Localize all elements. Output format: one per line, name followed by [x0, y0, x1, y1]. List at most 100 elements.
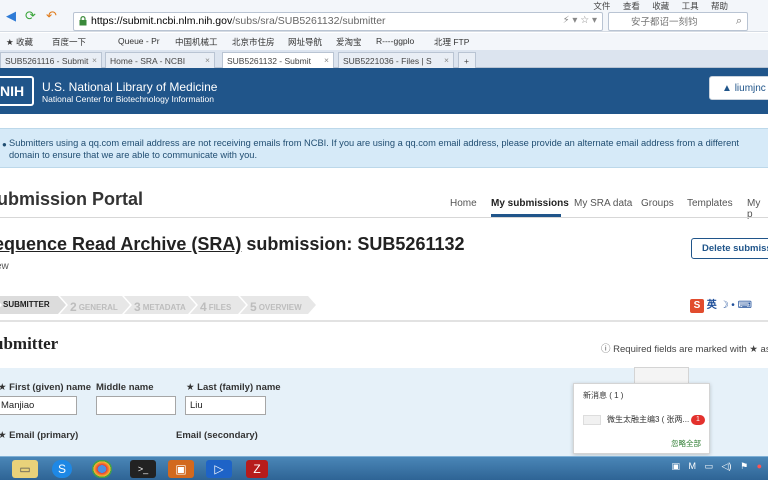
menu-help[interactable]: 帮助 [711, 1, 728, 11]
forward-icon[interactable]: ⟳ [25, 9, 36, 23]
last-name-label: ★ Last (family) name [186, 382, 281, 393]
menu-file[interactable]: 文件 [593, 1, 610, 11]
url-text: https://submit.ncbi.nlm.nih.gov/subs/sra… [91, 15, 386, 27]
sogou-ime-icon: S [690, 299, 704, 313]
user-menu-button[interactable]: ▲ liumjnc [709, 76, 768, 100]
tab-label: SUB5221036 - Files | S [343, 56, 432, 66]
address-actions[interactable]: ⚡ ▾ ☆ ▾ [563, 15, 597, 26]
terminal-icon[interactable]: >_ [130, 460, 156, 478]
middle-name-field[interactable] [96, 396, 176, 415]
file-explorer-icon[interactable]: ▭ [12, 460, 38, 478]
step-overview[interactable]: 5 OVERVIEW [240, 296, 316, 314]
popup-title: 新消息 ( 1 ) [583, 391, 624, 400]
bookmark-favorites[interactable]: ★ 收藏 [6, 36, 33, 48]
tray-flag-icon[interactable]: ⚑ [740, 461, 748, 471]
bookmarks-bar: ★ 收藏 百度一下 Queue - Pr 中国机械工 北京市住房 网址导航 爱淘… [0, 33, 768, 50]
search-input[interactable] [631, 14, 741, 30]
step-files[interactable]: 4 FILES [190, 296, 246, 314]
tab-sub5261116[interactable]: SUB5261116 - Submit × [0, 52, 102, 68]
player-icon[interactable]: ▷ [206, 460, 232, 478]
menu-tools[interactable]: 工具 [682, 1, 699, 11]
new-tab-button[interactable]: + [458, 52, 476, 68]
browser-toolbar: ◀ ⟳ ↶ 文件 查看 收藏 工具 帮助 https://submit.ncbi… [0, 0, 768, 32]
bookmark-baidu[interactable]: 百度一下 [52, 36, 86, 48]
bookmark-taobao[interactable]: 爱淘宝 [336, 36, 362, 48]
chrome-icon[interactable] [92, 460, 112, 478]
tab-sub5261132[interactable]: SUB5261132 - Submit × [222, 52, 334, 68]
step-number: 5 [250, 300, 257, 314]
bookmark-beijing-housing[interactable]: 北京市住房 [232, 36, 275, 48]
sogou-browser-icon[interactable]: S [52, 460, 72, 478]
user-name: liumjnc [734, 83, 766, 94]
media-app-icon[interactable]: ▣ [168, 460, 194, 478]
undo-icon[interactable]: ↶ [46, 9, 57, 23]
windows-taskbar: ▭ S >_ ▣ ▷ Z ▣ M ▭ ◁) ⚑ ● [0, 456, 768, 480]
bookmark-queue[interactable]: Queue - Pr [118, 36, 160, 46]
required-fields-note: ⓘ Required fields are marked with ★ ast [601, 341, 768, 355]
nih-header: NIH U.S. National Library of Medicine Na… [0, 68, 768, 114]
tab-label: Home - SRA - NCBI [110, 56, 186, 66]
ignore-all-link[interactable]: 忽略全部 [671, 438, 701, 449]
step-label: METADATA [142, 303, 186, 312]
ime-mode: 英 [706, 300, 717, 311]
tray-monitor-icon[interactable]: ▭ [705, 461, 714, 471]
menu-favorites[interactable]: 收藏 [652, 1, 669, 11]
tray-volume-icon[interactable]: ◁) [722, 461, 732, 471]
tab-label: SUB5261132 - Submit [227, 56, 311, 66]
nav-my-sra-data[interactable]: My SRA data [574, 198, 632, 209]
message-text: 微生太融主编3 ( 张两... [607, 415, 690, 424]
label-text: Last (family) name [197, 382, 281, 393]
menu-view[interactable]: 查看 [623, 1, 640, 11]
tab-home-sra[interactable]: Home - SRA - NCBI × [105, 52, 215, 68]
divider [0, 320, 768, 322]
moon-icon: ☽ • ⌨ [719, 300, 753, 311]
close-icon[interactable]: × [205, 55, 210, 65]
bookmark-cmiw[interactable]: 中国机械工 [175, 36, 218, 48]
step-number: 4 [200, 300, 207, 314]
search-box[interactable]: ⌕ [608, 12, 748, 31]
search-icon[interactable]: ⌕ [736, 15, 742, 28]
required-text: Required fields are marked with ★ ast [613, 344, 768, 355]
step-metadata[interactable]: 3 METADATA [124, 296, 196, 314]
qq-email-notice: ● Submitters using a qq.com email addres… [0, 128, 768, 168]
step-submitter[interactable]: SUBMITTER [0, 296, 66, 314]
last-name-field[interactable]: Liu [185, 396, 266, 415]
nav-my-submissions[interactable]: My submissions [491, 198, 569, 209]
filezilla-icon[interactable]: Z [246, 460, 268, 478]
delete-submission-button[interactable]: Delete submissi [691, 238, 768, 259]
nav-templates[interactable]: Templates [687, 198, 733, 209]
step-label: GENERAL [78, 303, 118, 312]
middle-name-label: Middle name [96, 382, 154, 393]
first-name-label: ★ First (given) name [0, 382, 91, 393]
step-number: 3 [134, 300, 141, 314]
step-general[interactable]: 2 GENERAL [60, 296, 130, 314]
notification-popup[interactable]: 新消息 ( 1 ) 微生太融主编3 ( 张两... 1 忽略全部 [573, 383, 710, 454]
tray-m-icon[interactable]: M [688, 461, 696, 471]
popup-message-row[interactable]: 微生太融主编3 ( 张两... [583, 414, 689, 425]
message-thumbnail [583, 414, 601, 425]
tab-sub5221036[interactable]: SUB5221036 - Files | S × [338, 52, 454, 68]
tray-antivirus-icon[interactable]: ● [757, 461, 762, 471]
nav-home[interactable]: Home [450, 198, 477, 209]
nih-logo[interactable]: NIH [0, 76, 34, 106]
label-text: First (given) name [9, 382, 91, 393]
portal-title: ubmission Portal [0, 189, 144, 209]
address-bar[interactable]: https://submit.ncbi.nlm.nih.gov/subs/sra… [73, 12, 603, 31]
ime-toolbar[interactable]: S 英 ☽ • ⌨ [690, 296, 768, 313]
bookmark-ggplot[interactable]: R----ggplo [376, 36, 414, 46]
close-icon[interactable]: × [92, 55, 97, 65]
back-icon[interactable]: ◀ [6, 9, 16, 23]
tray-window-icon[interactable]: ▣ [671, 461, 680, 471]
first-name-field[interactable]: Manjiao [0, 396, 77, 415]
email-primary-label: ★ Email (primary) [0, 430, 78, 441]
system-tray[interactable]: ▣ M ▭ ◁) ⚑ ● [671, 461, 768, 472]
bookmark-navigation[interactable]: 网址导航 [288, 36, 322, 48]
close-icon[interactable]: × [444, 55, 449, 65]
submission-subtitle: ew [0, 261, 9, 272]
required-star-icon: ★ [0, 382, 7, 393]
label-text: Email (primary) [9, 430, 79, 441]
nav-groups[interactable]: Groups [641, 198, 674, 209]
close-icon[interactable]: × [324, 55, 329, 65]
sra-link[interactable]: equence Read Archive (SRA) [0, 234, 241, 254]
bookmark-bit-ftp[interactable]: 北理 FTP [434, 36, 469, 48]
